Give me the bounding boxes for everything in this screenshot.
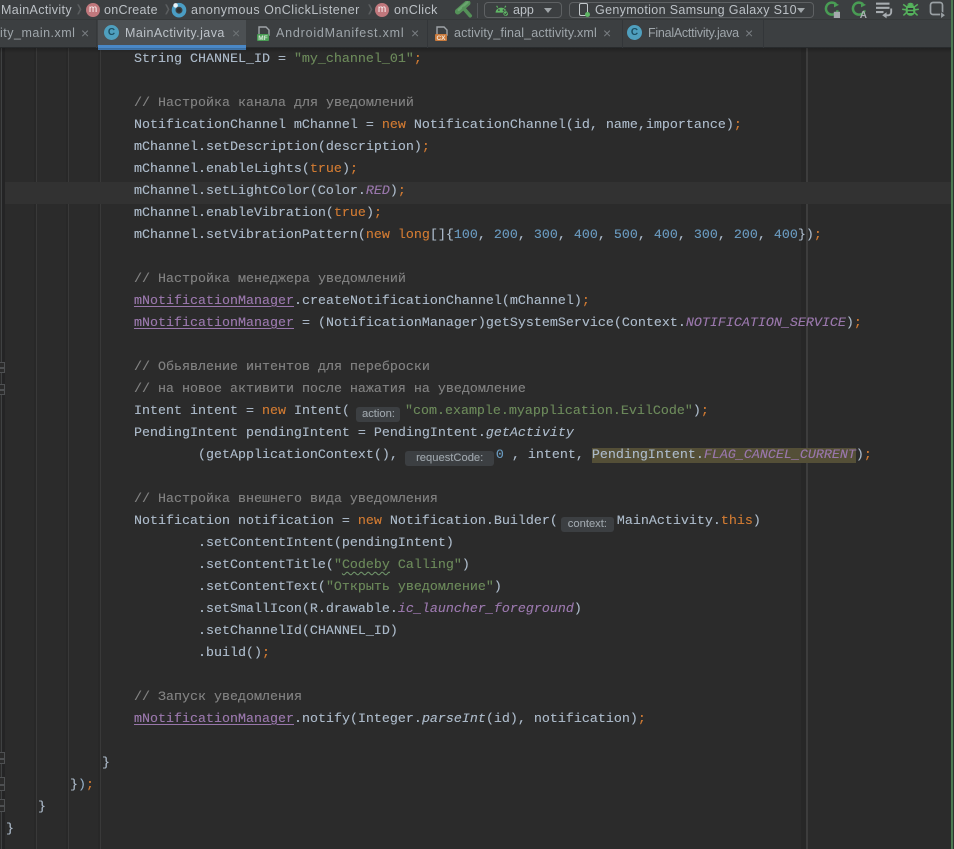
svg-text:MF: MF bbox=[258, 35, 267, 42]
svg-text:A: A bbox=[860, 10, 867, 19]
svg-text:CX: CX bbox=[436, 35, 446, 42]
